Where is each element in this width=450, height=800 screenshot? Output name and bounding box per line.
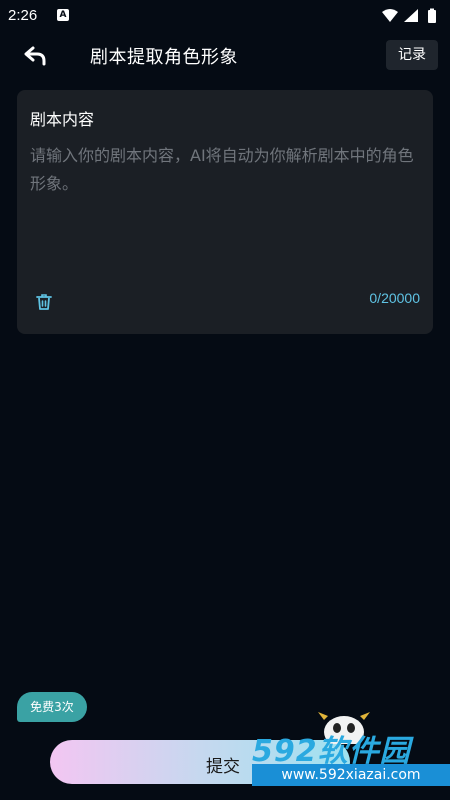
card-title: 剧本内容 — [30, 110, 95, 129]
page-title: 剧本提取角色形象 — [90, 47, 238, 68]
record-button[interactable]: 记录 — [386, 40, 438, 70]
watermark: 592软件园 www.592xiazai.com — [252, 722, 450, 800]
signal-icon — [404, 9, 418, 22]
status-icons — [382, 8, 436, 23]
status-bar: 2:26 A — [0, 0, 450, 32]
submit-label: 提交 — [206, 757, 240, 777]
battery-icon — [428, 10, 436, 23]
wifi-icon — [382, 9, 398, 22]
free-uses-badge: 免费3次 — [17, 692, 87, 722]
status-time: 2:26 — [8, 7, 38, 24]
script-textarea[interactable]: 请输入你的剧本内容，AI将自动为你解析剧本中的角色形象。 — [30, 142, 420, 252]
watermark-url: www.592xiazai.com — [252, 764, 450, 786]
script-input-card: 剧本内容 请输入你的剧本内容，AI将自动为你解析剧本中的角色形象。 0/2000… — [17, 90, 433, 334]
app-bar: 剧本提取角色形象 记录 — [0, 32, 450, 80]
char-counter: 0/20000 — [369, 290, 420, 306]
trash-icon[interactable] — [34, 292, 54, 312]
a-icon: A — [57, 9, 69, 21]
back-arrow-icon[interactable] — [20, 42, 52, 70]
